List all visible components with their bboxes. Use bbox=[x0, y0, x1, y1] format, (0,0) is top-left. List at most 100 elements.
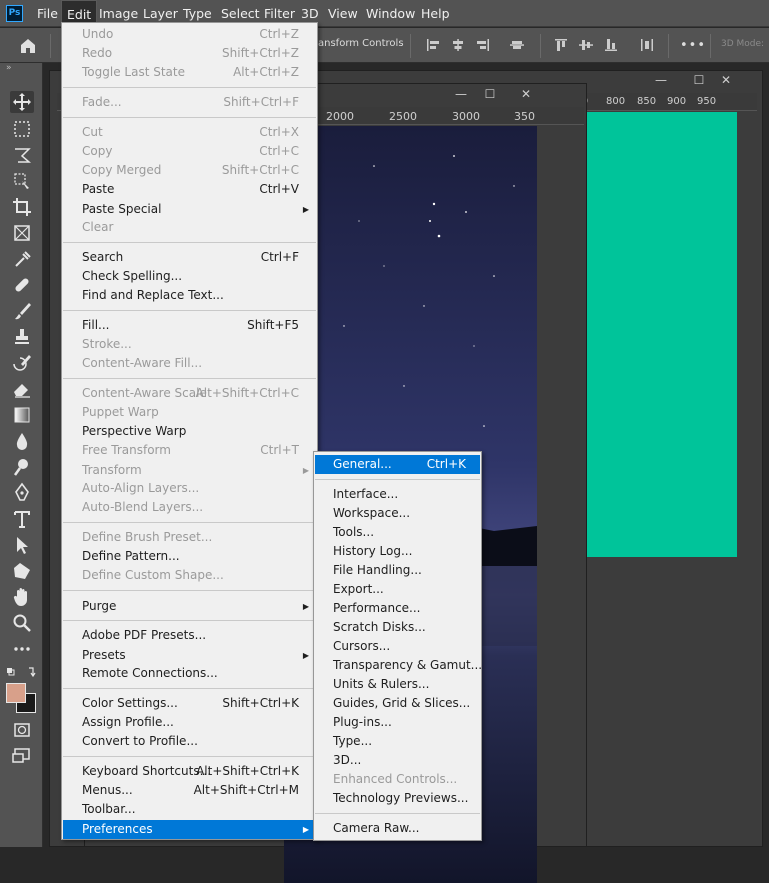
type-tool-icon[interactable] bbox=[10, 508, 34, 530]
menu-item-copy-merged[interactable]: Copy Merged Shift+Ctrl+C bbox=[63, 161, 316, 180]
minimize-button[interactable]: — bbox=[649, 71, 673, 89]
blur-tool-icon[interactable] bbox=[10, 430, 34, 452]
eyedropper-tool-icon[interactable] bbox=[10, 248, 34, 270]
menu-item-convert-to-profile[interactable]: Convert to Profile... bbox=[63, 732, 316, 751]
menu-item-redo[interactable]: Redo Shift+Ctrl+Z bbox=[63, 44, 316, 63]
foreground-color-swatch[interactable] bbox=[6, 683, 26, 703]
pref-item-general[interactable]: General... Ctrl+K bbox=[315, 455, 480, 474]
gradient-tool-icon[interactable] bbox=[10, 404, 34, 426]
frame-tool-icon[interactable] bbox=[10, 222, 34, 244]
pref-item-scratch-disks[interactable]: Scratch Disks... bbox=[315, 618, 480, 637]
pref-item-plug-ins[interactable]: Plug-ins... bbox=[315, 713, 480, 732]
menu-item-presets[interactable]: Presets ▶ bbox=[63, 646, 316, 665]
menu-item-auto-blend-layers[interactable]: Auto-Blend Layers... bbox=[63, 498, 316, 517]
menu-item-define-pattern[interactable]: Define Pattern... bbox=[63, 547, 316, 566]
pref-item-camera-raw[interactable]: Camera Raw... bbox=[315, 819, 480, 838]
menu-item-stroke[interactable]: Stroke... bbox=[63, 335, 316, 354]
collapse-panel-icon[interactable]: » bbox=[6, 63, 12, 73]
menu-item-toggle-last-state[interactable]: Toggle Last State Alt+Ctrl+Z bbox=[63, 63, 316, 82]
pref-item-transparency-gamut[interactable]: Transparency & Gamut... bbox=[315, 656, 482, 675]
pref-item-export[interactable]: Export... bbox=[315, 580, 480, 599]
more-options-button[interactable]: ••• bbox=[680, 38, 706, 53]
align-vcenter-icon[interactable] bbox=[579, 38, 593, 52]
brush-tool-icon[interactable] bbox=[10, 300, 34, 322]
marquee-tool-icon[interactable] bbox=[10, 118, 34, 140]
menu-item-menus[interactable]: Menus... Alt+Shift+Ctrl+M bbox=[63, 781, 316, 800]
menu-item-copy[interactable]: Copy Ctrl+C bbox=[63, 142, 316, 161]
close-button[interactable]: ✕ bbox=[714, 71, 738, 89]
object-selection-tool-icon[interactable] bbox=[10, 170, 34, 192]
pref-item-performance[interactable]: Performance... bbox=[315, 599, 480, 618]
dodge-tool-icon[interactable] bbox=[10, 456, 34, 478]
menu-item-define-custom-shape[interactable]: Define Custom Shape... bbox=[63, 566, 316, 585]
menu-item-clear[interactable]: Clear bbox=[63, 218, 316, 237]
healing-brush-tool-icon[interactable] bbox=[10, 274, 34, 296]
history-brush-tool-icon[interactable] bbox=[10, 352, 34, 374]
crop-tool-icon[interactable] bbox=[10, 196, 34, 218]
pref-item-enhanced-controls[interactable]: Enhanced Controls... bbox=[315, 770, 480, 789]
pref-item-tools[interactable]: Tools... bbox=[315, 523, 480, 542]
menu-item-search[interactable]: Search Ctrl+F bbox=[63, 248, 316, 267]
pref-item-technology-previews[interactable]: Technology Previews... bbox=[315, 789, 480, 808]
swap-colors-icon[interactable] bbox=[7, 666, 37, 680]
align-left-icon[interactable] bbox=[426, 38, 440, 52]
clone-stamp-tool-icon[interactable] bbox=[10, 326, 34, 348]
maximize-button[interactable]: ☐ bbox=[687, 71, 711, 89]
edit-toolbar-icon[interactable] bbox=[10, 638, 34, 660]
zoom-tool-icon[interactable] bbox=[10, 612, 34, 634]
hand-tool-icon[interactable] bbox=[10, 586, 34, 608]
path-selection-tool-icon[interactable] bbox=[10, 534, 34, 556]
pref-item-units-rulers[interactable]: Units & Rulers... bbox=[315, 675, 480, 694]
menu-item-find-replace[interactable]: Find and Replace Text... bbox=[63, 286, 316, 305]
menu-item-keyboard-shortcuts[interactable]: Keyboard Shortcuts... Alt+Shift+Ctrl+K bbox=[63, 762, 316, 781]
menu-help[interactable]: Help bbox=[416, 0, 455, 27]
pref-item-workspace[interactable]: Workspace... bbox=[315, 504, 480, 523]
menu-item-puppet-warp[interactable]: Puppet Warp bbox=[63, 403, 316, 422]
screen-mode-icon[interactable] bbox=[10, 745, 34, 767]
menu-item-define-brush-preset[interactable]: Define Brush Preset... bbox=[63, 528, 316, 547]
pref-item-interface[interactable]: Interface... bbox=[315, 485, 480, 504]
show-transform-controls-label[interactable]: ansform Controls bbox=[318, 38, 404, 49]
menu-item-fade[interactable]: Fade... Shift+Ctrl+F bbox=[63, 93, 316, 112]
menu-item-transform[interactable]: Transform ▶ bbox=[63, 461, 316, 480]
pref-item-cursors[interactable]: Cursors... bbox=[315, 637, 480, 656]
menu-item-paste[interactable]: Paste Ctrl+V bbox=[63, 180, 316, 199]
menu-item-auto-align-layers[interactable]: Auto-Align Layers... bbox=[63, 479, 316, 498]
menu-item-content-aware-scale[interactable]: Content-Aware Scale Alt+Shift+Ctrl+C bbox=[63, 384, 316, 403]
pref-item-file-handling[interactable]: File Handling... bbox=[315, 561, 480, 580]
menu-file[interactable]: File bbox=[32, 0, 63, 27]
maximize-button[interactable]: ☐ bbox=[478, 85, 502, 103]
menu-item-undo[interactable]: Undo Ctrl+Z bbox=[63, 25, 316, 44]
menu-view[interactable]: View bbox=[323, 0, 363, 27]
quick-mask-icon[interactable] bbox=[10, 719, 34, 741]
minimize-button[interactable]: — bbox=[449, 85, 473, 103]
align-middle-icon[interactable] bbox=[510, 38, 524, 52]
align-bottom-icon[interactable] bbox=[604, 38, 618, 52]
menu-item-perspective-warp[interactable]: Perspective Warp bbox=[63, 422, 316, 441]
lasso-tool-icon[interactable] bbox=[10, 144, 34, 166]
align-right-icon[interactable] bbox=[476, 38, 490, 52]
home-icon[interactable] bbox=[18, 36, 38, 56]
menu-item-color-settings[interactable]: Color Settings... Shift+Ctrl+K bbox=[63, 694, 316, 713]
menu-item-fill[interactable]: Fill... Shift+F5 bbox=[63, 316, 316, 335]
menu-item-remote-connections[interactable]: Remote Connections... bbox=[63, 664, 316, 683]
menu-item-adobe-pdf-presets[interactable]: Adobe PDF Presets... bbox=[63, 626, 316, 645]
menu-item-toolbar[interactable]: Toolbar... bbox=[63, 800, 316, 819]
pref-item-guides-grid-slices[interactable]: Guides, Grid & Slices... bbox=[315, 694, 480, 713]
menu-item-purge[interactable]: Purge ▶ bbox=[63, 597, 316, 616]
pref-item-type[interactable]: Type... bbox=[315, 732, 480, 751]
pref-item-history-log[interactable]: History Log... bbox=[315, 542, 480, 561]
menu-window[interactable]: Window bbox=[361, 0, 420, 27]
menu-item-assign-profile[interactable]: Assign Profile... bbox=[63, 713, 316, 732]
align-top-icon[interactable] bbox=[554, 38, 568, 52]
shape-tool-icon[interactable] bbox=[10, 560, 34, 582]
pref-item-3d[interactable]: 3D... bbox=[315, 751, 480, 770]
distribute-icon[interactable] bbox=[640, 38, 654, 52]
close-button[interactable]: ✕ bbox=[514, 85, 538, 103]
menu-item-preferences[interactable]: Preferences ▶ bbox=[63, 820, 316, 839]
menu-item-paste-special[interactable]: Paste Special ▶ bbox=[63, 200, 316, 219]
pen-tool-icon[interactable] bbox=[10, 482, 34, 504]
menu-item-check-spelling[interactable]: Check Spelling... bbox=[63, 267, 316, 286]
move-tool-icon[interactable] bbox=[10, 91, 34, 113]
align-center-icon[interactable] bbox=[451, 38, 465, 52]
